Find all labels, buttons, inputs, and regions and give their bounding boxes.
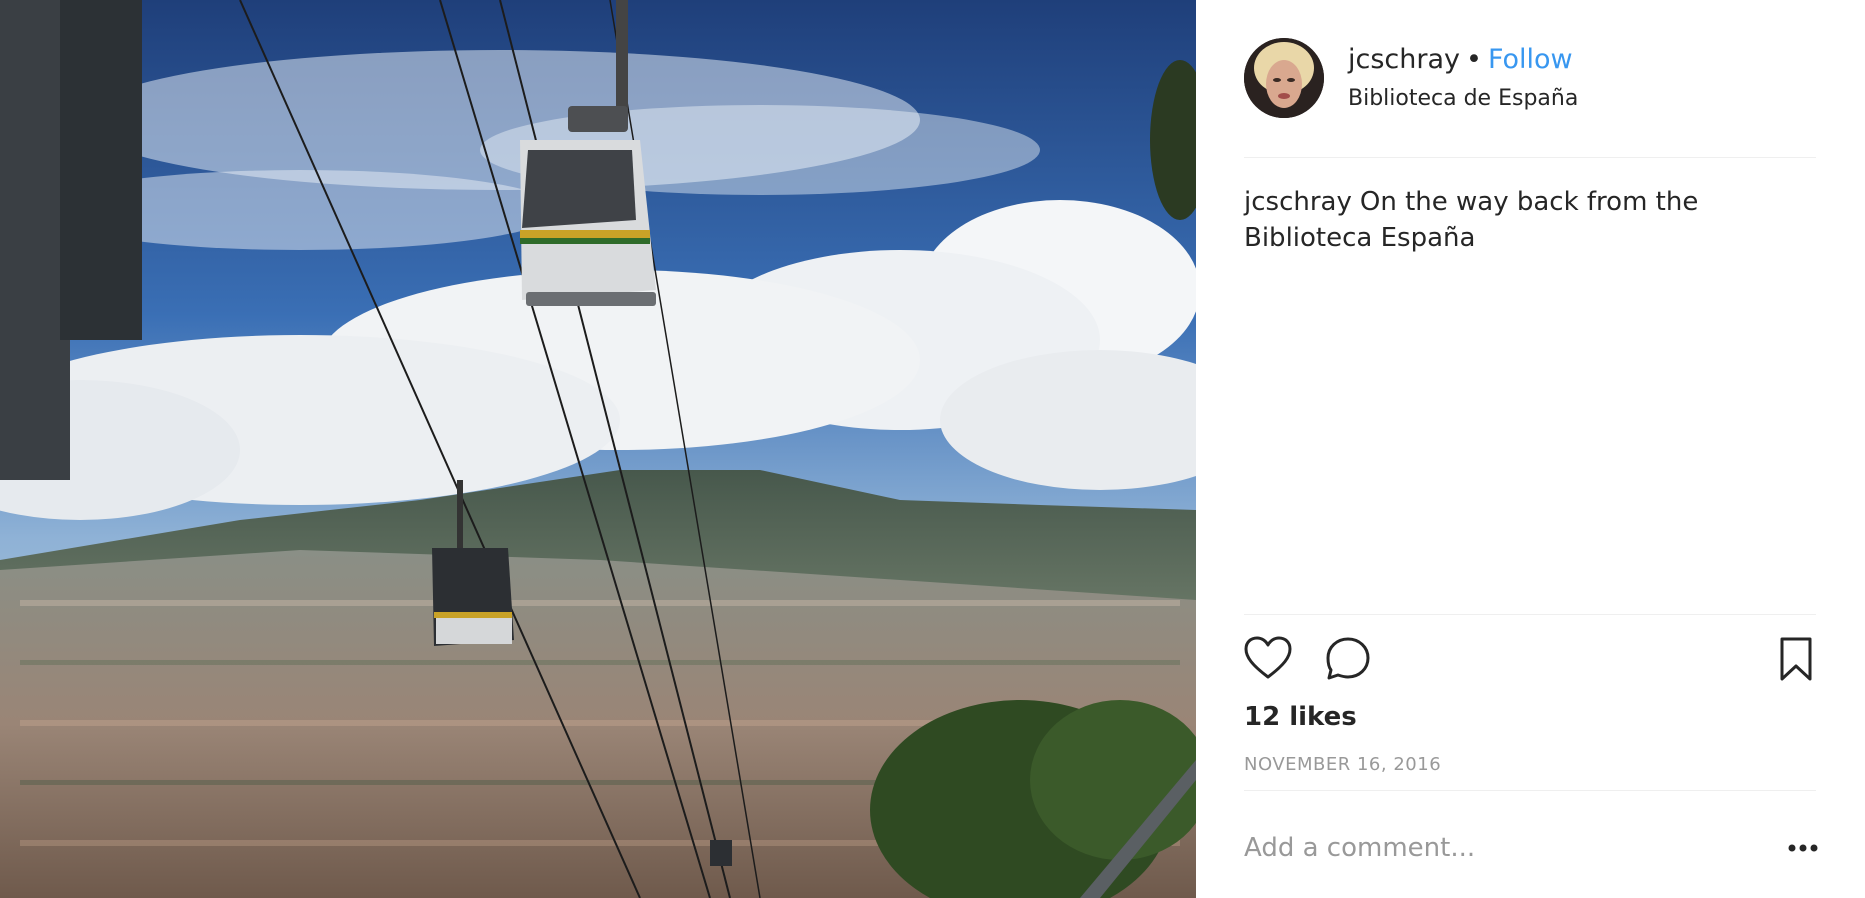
comment-input[interactable] [1244, 828, 1744, 868]
ellipsis-icon [1788, 844, 1818, 852]
header-divider [1244, 157, 1816, 158]
more-options-button[interactable] [1786, 836, 1820, 860]
post-caption: jcschray On the way back from the Bibliot… [1244, 184, 1816, 256]
actions-divider [1244, 614, 1816, 615]
post-details-panel: jcschray • Follow Biblioteca de España jcs… [1196, 0, 1865, 898]
location-link[interactable]: Biblioteca de España [1348, 86, 1578, 111]
post-actions [1244, 636, 1816, 682]
header-user-line: jcschray • Follow [1348, 44, 1573, 75]
likes-count[interactable]: 12 likes [1244, 702, 1357, 732]
avatar[interactable] [1244, 38, 1324, 118]
avatar-image [1244, 38, 1324, 118]
instagram-post-view: jcschray • Follow Biblioteca de España jcs… [0, 0, 1865, 898]
caption-username-link[interactable]: jcschray [1244, 187, 1352, 217]
follow-button[interactable]: Follow [1488, 44, 1573, 75]
like-button[interactable] [1244, 636, 1292, 682]
save-button[interactable] [1772, 636, 1820, 682]
post-header: jcschray • Follow Biblioteca de España [1244, 38, 1816, 118]
username-link[interactable]: jcschray [1348, 44, 1460, 75]
speech-bubble-icon [1326, 637, 1370, 680]
separator-dot: • [1466, 44, 1482, 75]
post-photo[interactable] [0, 0, 1196, 898]
bookmark-icon [1780, 637, 1812, 681]
cable-car-photo-image [0, 0, 1196, 898]
post-date: NOVEMBER 16, 2016 [1244, 754, 1442, 775]
comment-divider [1244, 790, 1816, 791]
heart-icon [1244, 636, 1292, 679]
comment-button[interactable] [1324, 636, 1372, 682]
